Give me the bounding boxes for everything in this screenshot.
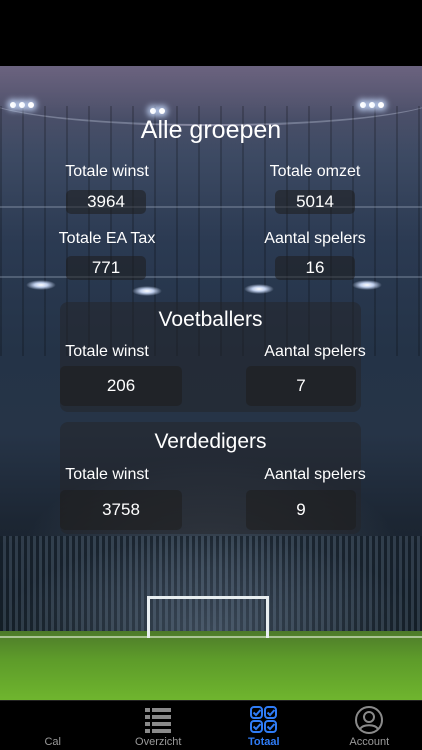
group-profit-value: 206	[60, 366, 182, 406]
page-title: Alle groepen	[140, 116, 282, 144]
group-card-voetballers[interactable]: Voetballers Totale winst Aantal spelers …	[60, 302, 366, 412]
stadium-light	[132, 286, 162, 296]
group-profit-value: 3758	[60, 490, 182, 530]
group-profit-label: Totale winst	[65, 343, 149, 360]
stadium-light	[352, 280, 382, 290]
tab-label: Cal	[44, 736, 61, 748]
group-players-label: Aantal spelers	[264, 466, 366, 483]
ea-tax-label: Totale EA Tax	[58, 230, 156, 247]
status-bar	[0, 0, 422, 66]
group-players-value: 7	[246, 366, 356, 406]
tab-cal[interactable]: Cal	[0, 701, 106, 750]
tab-overzicht[interactable]: Overzicht	[106, 701, 212, 750]
stadium-light	[244, 284, 274, 294]
total-profit-label: Totale winst	[65, 163, 149, 180]
group-title: Verdedigers	[154, 430, 267, 453]
tab-label: Account	[349, 736, 390, 748]
group-profit-label: Totale winst	[65, 466, 149, 483]
stadium-light	[26, 280, 56, 290]
account-icon	[355, 706, 384, 734]
group-card-verdedigers[interactable]: Verdedigers Totale winst Aantal spelers …	[60, 422, 366, 534]
floodlights	[10, 102, 34, 108]
total-revenue-label: Totale omzet	[269, 163, 361, 180]
list-icon	[145, 708, 172, 733]
tab-totaal[interactable]: Totaal	[211, 701, 317, 750]
total-profit-value: 3964	[66, 190, 146, 214]
floodlights	[360, 102, 384, 108]
goal	[147, 596, 269, 638]
group-players-label: Aantal spelers	[264, 343, 366, 360]
tab-label: Overzicht	[135, 736, 182, 748]
floodlights	[150, 108, 165, 114]
player-count-label: Aantal spelers	[264, 230, 366, 247]
stadium-truss	[0, 206, 422, 208]
tab-label: Totaal	[247, 736, 280, 748]
stadium-truss	[0, 276, 422, 278]
checklist-icon	[249, 706, 277, 733]
tab-account[interactable]: Account	[317, 701, 422, 750]
pitch	[0, 631, 422, 700]
player-count-value: 16	[275, 256, 355, 280]
tab-bar: Cal Overzicht Totaal Account	[0, 700, 422, 750]
total-revenue-value: 5014	[275, 190, 355, 214]
group-players-value: 9	[246, 490, 356, 530]
group-title: Voetballers	[158, 308, 263, 331]
ea-tax-value: 771	[66, 256, 146, 280]
